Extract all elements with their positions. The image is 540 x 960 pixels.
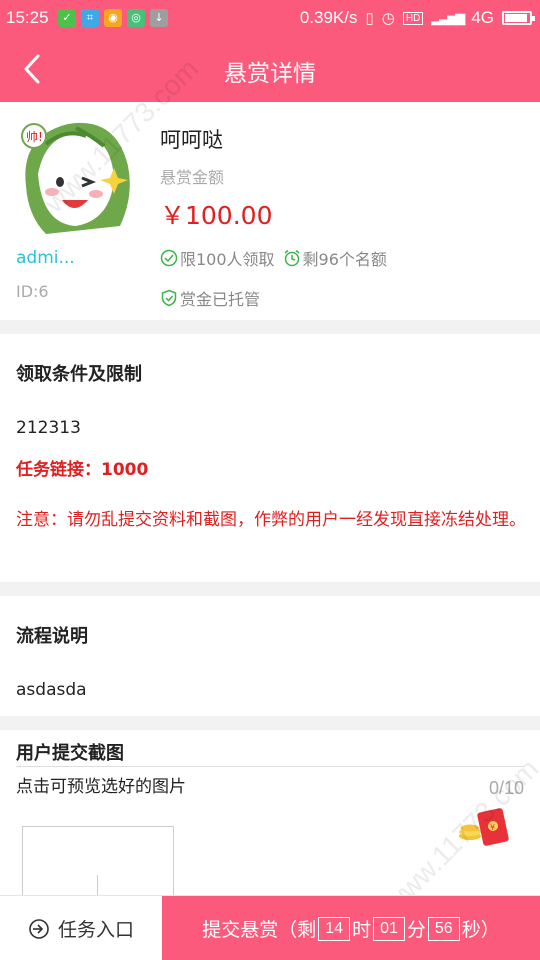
svg-text:¥: ¥	[490, 823, 495, 832]
download-icon: ↓	[150, 9, 168, 27]
reward-amount: ￥100.00	[160, 201, 273, 230]
red-envelope-icon[interactable]: ¥	[458, 806, 510, 850]
submit-prefix: 提交悬赏（剩	[202, 919, 317, 941]
screenshots-title: 用户提交截图	[16, 743, 124, 764]
conditions-content: 212313	[16, 418, 81, 438]
network-speed: 0.39K/s	[299, 8, 358, 27]
submit-reward-button[interactable]: 提交悬赏（剩 14 时 01 分 56 秒）	[162, 896, 540, 960]
alarm-icon: ◷	[381, 10, 395, 27]
signal-icon: ▂▃▅▆	[431, 10, 465, 25]
alarm-clock-icon	[284, 249, 300, 267]
bottom-bar: 任务入口 提交悬赏（剩 14 时 01 分 56 秒）	[0, 895, 540, 960]
check-circle-icon	[160, 249, 178, 267]
profile-card: 帅! admi... ID:6 呵呵哒 悬赏金额 ￥100.00 限100人领取…	[0, 102, 540, 320]
status-right: 0.39K/s ▯ ◷ HD ▂▃▅▆ 4G	[299, 8, 535, 28]
hours-unit: 时	[352, 919, 372, 941]
shield-check-icon	[161, 289, 177, 307]
avatar-badge: 帅!	[26, 130, 43, 144]
countdown-minutes: 01	[373, 916, 405, 941]
section-rule	[16, 766, 524, 767]
notification-icons: ✓ ⌗ ◉ ◎ ↓	[58, 9, 168, 27]
app-icon: ◉	[104, 9, 122, 27]
countdown-seconds: 56	[427, 916, 460, 941]
signal-app-icon: ◎	[127, 9, 145, 27]
section-divider	[0, 582, 540, 596]
status-time: 15:25	[6, 8, 49, 27]
task-entry-label: 任务入口	[57, 919, 134, 941]
avatar[interactable]: 帅!	[16, 116, 134, 238]
seconds-unit: 秒）	[461, 919, 500, 941]
process-content: asdasda	[16, 680, 87, 700]
wechat-icon: ✓	[58, 9, 76, 27]
limit-row: 限100人领取 剩96个名额	[160, 246, 387, 270]
limit-text: 限100人领取	[180, 250, 275, 269]
image-counter: 0/10	[488, 778, 524, 798]
amount-label: 悬赏金额	[160, 168, 225, 187]
hd-icon: HD	[402, 11, 424, 25]
escrow-row: 赏金已托管	[160, 286, 260, 310]
screenshots-hint: 点击可预览选好的图片	[16, 777, 186, 797]
notice-text: 注意：请勿乱提交资料和截图，作弊的用户一经发现直接冻结处理。	[16, 510, 526, 530]
enter-icon	[29, 918, 49, 939]
countdown-hours: 14	[318, 916, 351, 941]
section-divider	[0, 716, 540, 730]
process-title: 流程说明	[16, 626, 88, 647]
battery-icon	[502, 11, 535, 25]
minutes-unit: 分	[406, 919, 426, 941]
network-type: 4G	[471, 8, 494, 27]
conditions-title: 领取条件及限制	[16, 364, 142, 385]
header: 悬赏详情	[0, 36, 540, 102]
task-link[interactable]: 任务链接：1000	[16, 455, 148, 480]
user-id: ID:6	[16, 282, 49, 301]
section-divider	[0, 320, 540, 334]
vibrate-icon: ▯	[365, 10, 374, 27]
scan-icon: ⌗	[81, 9, 99, 27]
page-title: 悬赏详情	[224, 61, 316, 87]
upload-image-button[interactable]	[22, 826, 174, 915]
task-entry-button[interactable]: 任务入口	[0, 896, 162, 960]
escrow-text: 赏金已托管	[180, 290, 261, 309]
status-bar: 15:25 ✓ ⌗ ◉ ◎ ↓ 0.39K/s ▯ ◷ HD ▂▃▅▆ 4G	[0, 0, 540, 36]
task-title: 呵呵哒	[160, 128, 223, 152]
username[interactable]: admi...	[16, 248, 75, 268]
remaining-text: 剩96个名额	[302, 250, 387, 269]
